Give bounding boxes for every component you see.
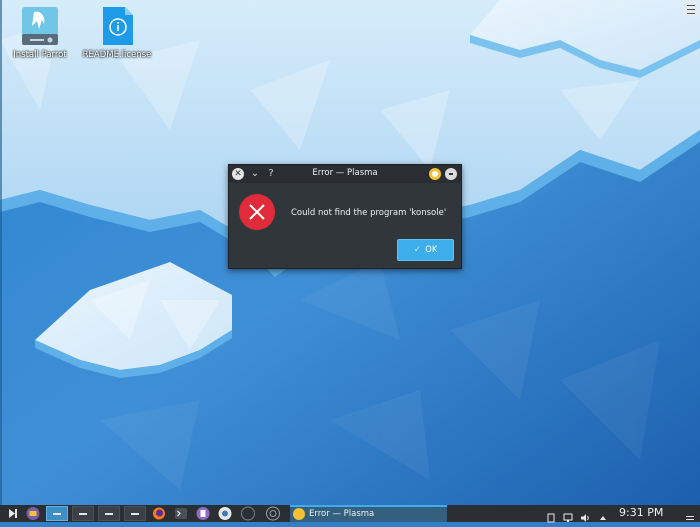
- text-editor-icon[interactable]: [196, 506, 210, 521]
- desktop-icon-readme[interactable]: README.license: [82, 4, 152, 61]
- dialog-titlebar[interactable]: ✕ ⌄ ? Error — Plasma: [229, 165, 461, 183]
- plasma-app-icon[interactable]: [429, 168, 441, 180]
- dialog-title: Error — Plasma: [312, 168, 378, 178]
- panel-settings-icon[interactable]: [685, 508, 695, 520]
- ok-button[interactable]: ✓ OK: [397, 239, 454, 261]
- ok-button-label: OK: [425, 245, 438, 255]
- terminal-icon[interactable]: [174, 506, 188, 521]
- desktop-pager-4[interactable]: [124, 506, 146, 521]
- error-icon: [239, 194, 275, 230]
- parrot-installer-icon: [18, 4, 62, 48]
- clock[interactable]: 9:31 PM: [619, 506, 663, 519]
- chevron-up-icon[interactable]: [598, 508, 608, 520]
- volume-icon[interactable]: [580, 508, 590, 522]
- plasma-app-icon: [293, 508, 305, 520]
- desktop-icon-label: Install Parrot: [13, 50, 67, 60]
- network-tray-icon[interactable]: [563, 508, 573, 522]
- firefox-icon[interactable]: [152, 506, 166, 521]
- application-launcher-icon[interactable]: [6, 506, 20, 521]
- desktop-icon-label: README.license: [82, 50, 152, 60]
- circle-app-icon-2[interactable]: [265, 506, 281, 521]
- circle-app-icon[interactable]: [240, 506, 256, 521]
- check-icon: ✓: [413, 245, 422, 255]
- desktop-toolbox-button[interactable]: [684, 2, 698, 16]
- desktop-pager-2[interactable]: [72, 506, 94, 521]
- desktop-icon-install-parrot[interactable]: Install Parrot: [5, 4, 75, 61]
- desktop-pager-3[interactable]: [98, 506, 120, 521]
- device-notifier-icon[interactable]: [546, 508, 556, 523]
- network-icon[interactable]: [218, 506, 232, 521]
- error-message: Could not find the program 'konsole': [291, 208, 447, 218]
- taskbar-task-error-plasma[interactable]: Error — Plasma: [290, 505, 447, 522]
- error-dialog: ✕ ⌄ ? Error — Plasma Could not find the …: [228, 164, 462, 269]
- file-manager-icon[interactable]: [26, 506, 40, 521]
- minimize-icon[interactable]: [445, 168, 457, 180]
- desktop-pager-1[interactable]: [46, 506, 68, 521]
- task-label: Error — Plasma: [309, 509, 375, 519]
- info-document-icon: [95, 4, 139, 48]
